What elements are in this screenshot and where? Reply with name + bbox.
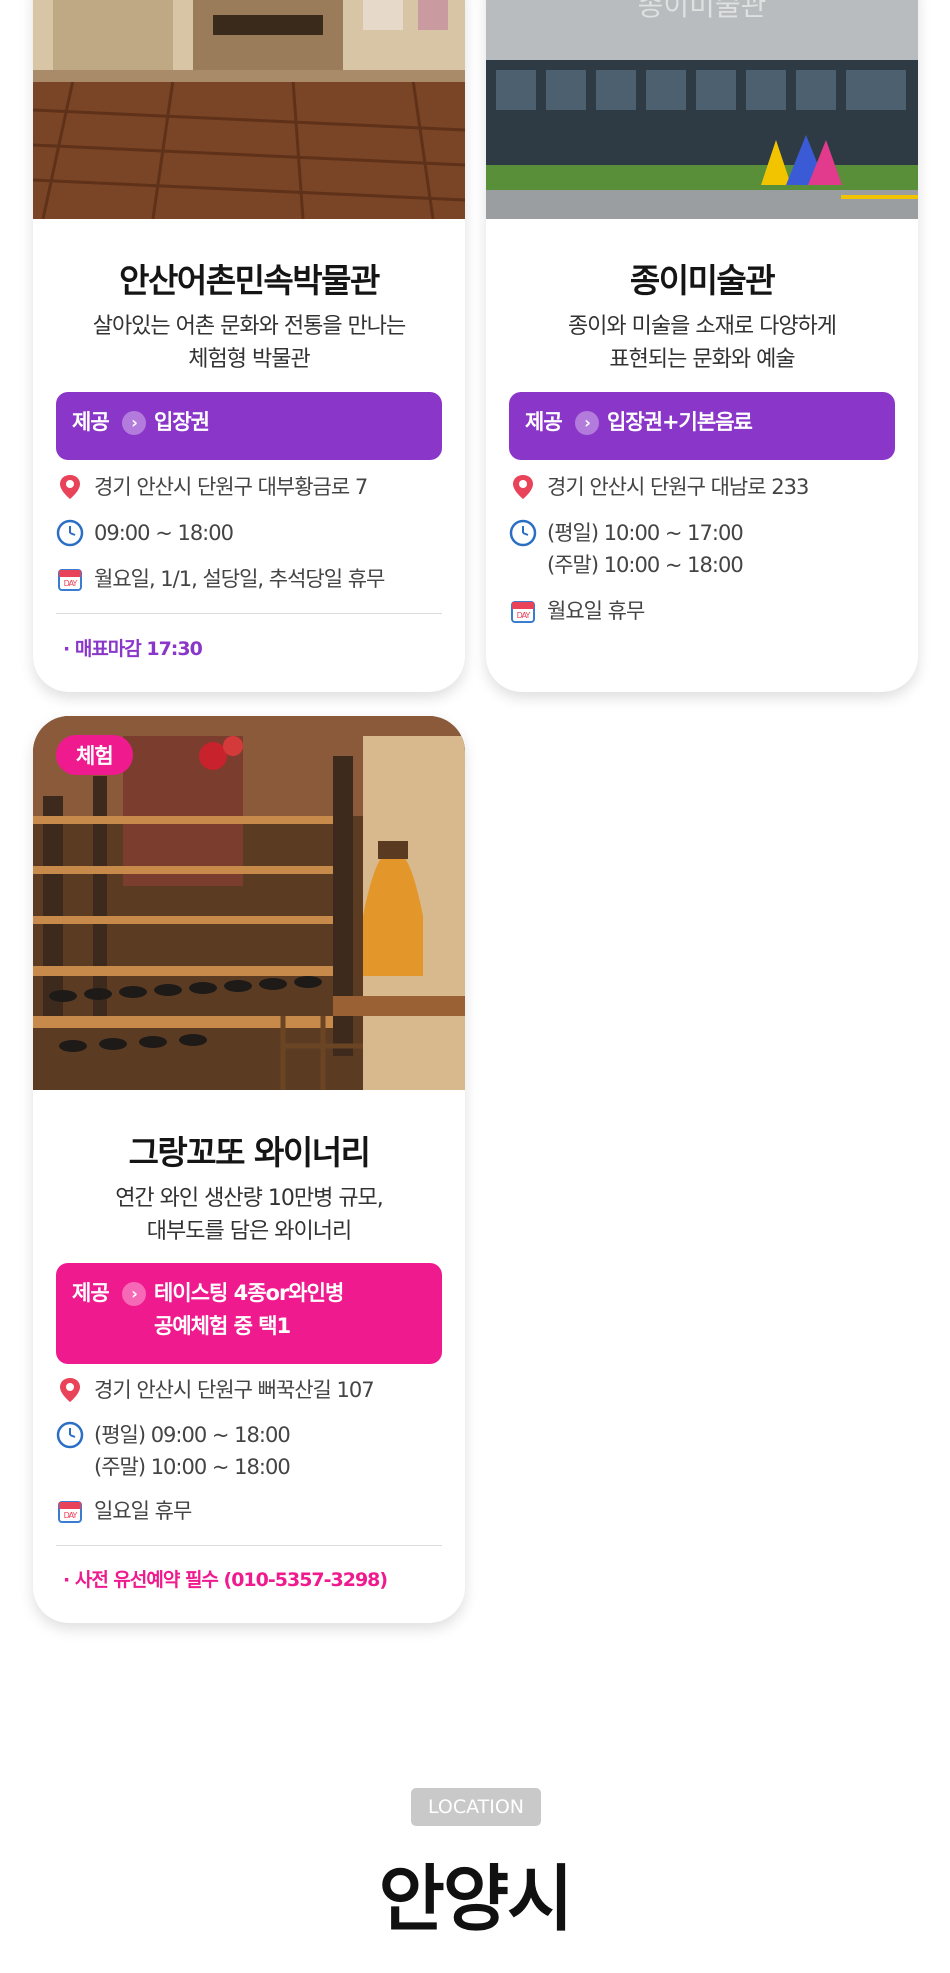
clock-icon	[509, 519, 537, 547]
card-fishing-village-museum[interactable]: 안산어촌민속박물관 살아있는 어촌 문화와 전통을 만나는 체험형 박물관 제공…	[33, 0, 465, 692]
description-line: 종이와 미술을 소재로 다양하게	[567, 314, 837, 339]
address-text: 경기 안산시 단원구 뻐꾹산길 107	[94, 1378, 375, 1402]
card-description: 살아있는 어촌 문화와 전통을 만나는 체험형 박물관	[53, 310, 445, 376]
svg-text:DAY: DAY	[64, 1511, 78, 1520]
map-pin-icon	[60, 475, 80, 499]
svg-text:DAY: DAY	[517, 611, 531, 620]
hours-row: (평일) 10:00 ~ 17:00 (주말) 10:00 ~ 18:00	[509, 517, 904, 581]
provide-label: 제공	[72, 410, 110, 434]
card-grand-coteau-winery[interactable]: 체험 그랑꼬또 와이너리 연간 와인 생산량 10만병 규모, 대부도를 담은 …	[33, 716, 465, 1623]
svg-text:종이미술관: 종이미술관	[638, 0, 767, 22]
calendar-icon: DAY	[511, 601, 535, 623]
description-line: 표현되는 문화와 예술	[609, 347, 795, 372]
hours-weekday: (평일) 10:00 ~ 17:00	[547, 521, 744, 545]
description-line: 살아있는 어촌 문화와 전통을 만나는	[92, 314, 407, 339]
chevron-right-icon: ›	[575, 411, 599, 435]
museum-interior-photo	[33, 0, 465, 219]
calendar-icon: DAY	[58, 1501, 82, 1523]
chevron-right-icon: ›	[122, 411, 146, 435]
clock-icon	[56, 1421, 84, 1449]
provide-banner: 제공 › 입장권+기본음료	[509, 392, 895, 460]
card-paper-art-museum[interactable]: 종이미술관 종이미술관 종이와 미술을 소재로 다양하게 표현되는 문화와 예술…	[486, 0, 918, 692]
description-line: 체험형 박물관	[188, 347, 310, 372]
provide-value-line: 공예체험 중 택1	[154, 1314, 291, 1338]
ticket-deadline-note: · 매표마감 17:30	[63, 638, 203, 660]
calendar-icon: DAY	[58, 569, 82, 591]
card-title: 안산어촌민속박물관	[119, 261, 380, 300]
provide-label: 제공	[72, 1281, 110, 1305]
svg-text:DAY: DAY	[64, 579, 78, 588]
museum-building-photo: 종이미술관	[486, 0, 918, 219]
card-title: 그랑꼬또 와이너리	[128, 1133, 371, 1172]
divider	[56, 1545, 442, 1546]
closed-text: 월요일 휴무	[547, 599, 645, 623]
map-pin-icon	[60, 1378, 80, 1402]
hours-weekend: (주말) 10:00 ~ 18:00	[94, 1455, 291, 1479]
provide-value-line: 테이스팅 4종or와인병	[154, 1281, 344, 1305]
description-line: 연간 와인 생산량 10만병 규모,	[115, 1186, 384, 1211]
hours-row: (평일) 09:00 ~ 18:00 (주말) 10:00 ~ 18:00	[56, 1419, 451, 1483]
hours-text: 09:00 ~ 18:00	[94, 521, 234, 545]
divider	[56, 613, 442, 614]
closed-text: 월요일, 1/1, 설당일, 추석당일 휴무	[94, 567, 385, 591]
card-description: 연간 와인 생산량 10만병 규모, 대부도를 담은 와이너리	[53, 1182, 445, 1248]
provide-value: 입장권+기본음료	[607, 410, 753, 434]
address-text: 경기 안산시 단원구 대부황금로 7	[94, 475, 368, 499]
address-text: 경기 안산시 단원구 대남로 233	[547, 475, 809, 499]
card-description: 종이와 미술을 소재로 다양하게 표현되는 문화와 예술	[506, 310, 898, 376]
hours-text: (평일) 09:00 ~ 18:00 (주말) 10:00 ~ 18:00	[94, 1419, 291, 1483]
provide-label: 제공	[525, 410, 563, 434]
card-title: 종이미술관	[629, 261, 776, 300]
reservation-note: · 사전 유선예약 필수 (010-5357-3298)	[63, 1569, 388, 1591]
provide-value: 입장권	[154, 410, 210, 434]
location-tag: LOCATION	[411, 1788, 541, 1826]
provide-banner: 제공 › 입장권	[56, 392, 442, 460]
hours-weekday: (평일) 09:00 ~ 18:00	[94, 1423, 291, 1447]
map-pin-icon	[513, 475, 533, 499]
description-line: 대부도를 담은 와이너리	[146, 1219, 352, 1244]
hours-text: (평일) 10:00 ~ 17:00 (주말) 10:00 ~ 18:00	[547, 517, 744, 581]
city-heading: 안양시	[378, 1857, 574, 1941]
experience-badge: 체험	[56, 735, 133, 775]
hours-weekend: (주말) 10:00 ~ 18:00	[547, 553, 744, 577]
closed-text: 일요일 휴무	[94, 1499, 192, 1523]
clock-icon	[56, 519, 84, 547]
chevron-right-icon: ›	[122, 1282, 146, 1306]
provide-banner: 제공 › 테이스팅 4종or와인병 공예체험 중 택1	[56, 1263, 442, 1364]
